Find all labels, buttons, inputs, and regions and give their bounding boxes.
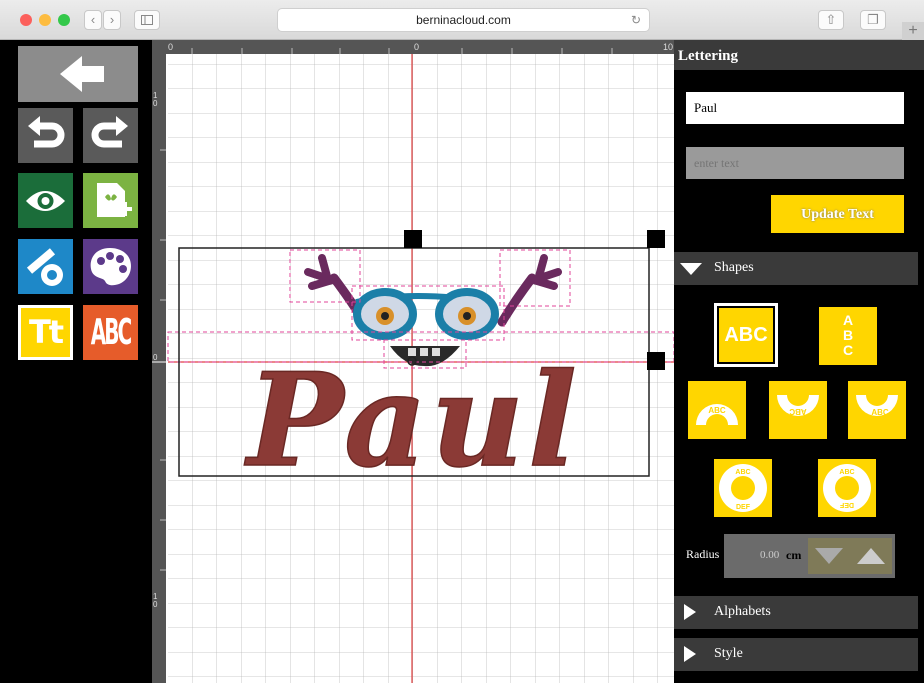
arc-side-label: ABC — [871, 408, 889, 417]
arc-side-icon: ABC — [856, 395, 898, 417]
chevron-down-icon — [815, 548, 843, 564]
second-text-input[interactable] — [686, 147, 904, 179]
circle-text-icon: ABC DEF — [719, 464, 767, 512]
monogram-label: ABC — [90, 310, 132, 354]
shape-vertical-letter: C — [842, 342, 854, 358]
resize-handle-side[interactable] — [647, 352, 665, 370]
update-text-label: Update Text — [801, 207, 874, 222]
alphabets-label: Alphabets — [714, 604, 771, 619]
resize-handle-top[interactable] — [404, 230, 422, 248]
sidebar-icon — [141, 15, 153, 25]
browser-toolbar: ‹ › berninacloud.com ↻ ⇧ ❐ + — [0, 0, 924, 40]
edit-settings-icon — [26, 248, 63, 286]
new-tab-button[interactable]: + — [902, 22, 924, 40]
tabs-overview-button[interactable]: ❐ — [860, 10, 886, 30]
lettering-button[interactable]: Tt — [18, 305, 73, 360]
shape-arc-up-button[interactable]: ABC — [688, 381, 746, 439]
sidebar-toggle-button[interactable] — [134, 10, 160, 30]
redo-button[interactable] — [83, 108, 138, 163]
alphabets-section-header[interactable]: Alphabets — [674, 596, 918, 629]
maximize-window-button[interactable] — [58, 14, 70, 26]
shape-arc-side-button[interactable]: ABC — [848, 381, 906, 439]
design-canvas[interactable]: 0 0 10 1 0 0 1 0 Paul — [152, 40, 674, 683]
shape-straight-label: ABC — [724, 324, 768, 346]
shape-circle-button[interactable]: ABC DEF — [714, 459, 772, 517]
radius-control[interactable]: 0.00 cm — [724, 534, 895, 578]
close-window-button[interactable] — [20, 14, 32, 26]
radius-decrease-button[interactable] — [808, 538, 850, 574]
shape-vertical-letter: A — [842, 312, 854, 328]
back-button[interactable] — [18, 46, 138, 102]
caret-down-icon — [680, 263, 702, 275]
resize-handle-corner[interactable] — [647, 230, 665, 248]
arrow-left-icon — [60, 56, 104, 92]
minimize-window-button[interactable] — [39, 14, 51, 26]
shapes-label: Shapes — [714, 260, 754, 275]
url-text: berninacloud.com — [416, 13, 511, 27]
reload-icon[interactable]: ↻ — [631, 9, 641, 31]
add-design-icon — [97, 183, 132, 217]
shape-vertical-button[interactable]: A B C — [819, 307, 877, 365]
design-text[interactable]: Paul — [244, 345, 580, 497]
radius-unit: cm — [786, 548, 802, 562]
shape-arc-down-button[interactable]: ABC — [769, 381, 827, 439]
address-bar[interactable]: berninacloud.com ↻ — [277, 8, 650, 32]
lettering-text-input[interactable] — [686, 92, 904, 124]
radius-label: Radius — [686, 547, 720, 561]
radius-increase-button[interactable] — [850, 538, 892, 574]
add-design-button[interactable] — [83, 173, 138, 228]
preview-button[interactable] — [18, 173, 73, 228]
forward-nav-button[interactable]: › — [103, 10, 121, 30]
arc-down-icon: ABC — [777, 395, 819, 416]
lettering-panel: Lettering Update Text Shapes ABC A B C A… — [674, 40, 924, 683]
shape-circle-rotated-button[interactable]: ABC DEF — [818, 459, 876, 517]
circle-rot-top-label: ABC — [839, 469, 854, 476]
embroidery-design[interactable]: Paul — [152, 40, 674, 683]
redo-icon — [91, 116, 128, 148]
share-button[interactable]: ⇧ — [818, 10, 844, 30]
style-section-header[interactable]: Style — [674, 638, 918, 671]
shape-vertical-letter: B — [842, 327, 854, 343]
shape-straight-button[interactable]: ABC — [714, 303, 778, 367]
back-nav-button[interactable]: ‹ — [84, 10, 102, 30]
circle-rotated-icon: ABC DEF — [823, 464, 871, 512]
radius-value: 0.00 — [760, 549, 780, 561]
chevron-up-icon — [857, 548, 885, 564]
panel-header: Lettering — [674, 40, 924, 70]
arc-up-label: ABC — [708, 406, 726, 415]
circle-top-label: ABC — [735, 469, 750, 476]
edit-tools-button[interactable] — [18, 239, 73, 294]
monogram-button[interactable]: ABC — [83, 305, 138, 360]
eye-icon — [26, 191, 65, 211]
caret-right-icon — [684, 646, 696, 662]
update-text-button[interactable]: Update Text — [771, 195, 904, 233]
panel-title: Lettering — [678, 48, 738, 64]
caret-right-icon — [684, 604, 696, 620]
arc-down-label: ABC — [789, 407, 807, 416]
style-label: Style — [714, 646, 743, 661]
left-toolbar: Tt ABC — [10, 40, 152, 683]
circle-bottom-label: DEF — [736, 504, 751, 511]
undo-icon — [28, 116, 65, 148]
arc-up-icon: ABC — [696, 404, 738, 425]
lettering-label: Tt — [28, 313, 64, 351]
circle-rot-bottom-label: DEF — [839, 501, 854, 508]
undo-button[interactable] — [18, 108, 73, 163]
shapes-section-header[interactable]: Shapes — [674, 252, 918, 285]
